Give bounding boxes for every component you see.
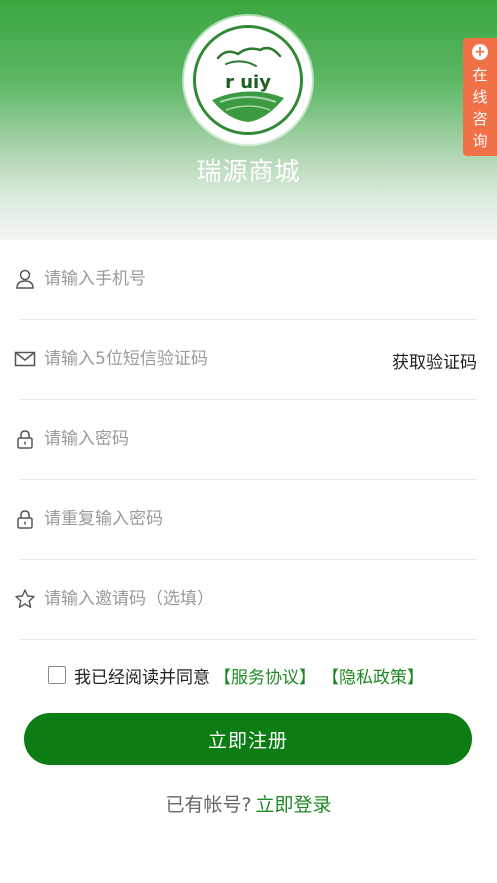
lock-icon bbox=[14, 428, 36, 450]
repeat-password-field-row bbox=[0, 480, 497, 560]
password-field-row bbox=[0, 400, 497, 480]
star-icon bbox=[14, 588, 36, 610]
lock-icon bbox=[14, 508, 36, 530]
register-button[interactable]: 立即注册 bbox=[24, 713, 472, 765]
phone-input[interactable] bbox=[44, 260, 344, 298]
brand-logo: r uiy bbox=[184, 16, 312, 144]
mail-icon bbox=[14, 348, 36, 370]
online-consult-button[interactable]: + 在线咨询 bbox=[463, 38, 497, 156]
login-prompt: 已有帐号? 立即登录 bbox=[0, 790, 497, 817]
sms-field-row: 获取验证码 bbox=[0, 320, 497, 400]
password-input[interactable] bbox=[44, 420, 344, 458]
sms-code-input[interactable] bbox=[44, 340, 344, 378]
header-banner: r uiy 瑞源商城 + 在线咨询 bbox=[0, 0, 497, 240]
login-link[interactable]: 立即登录 bbox=[256, 794, 332, 816]
agreement-text: 我已经阅读并同意 bbox=[74, 667, 210, 688]
service-agreement-link[interactable]: 【服务协议】 bbox=[214, 663, 316, 688]
phone-field-row bbox=[0, 240, 497, 320]
get-code-button[interactable]: 获取验证码 bbox=[392, 348, 477, 373]
repeat-password-input[interactable] bbox=[44, 500, 344, 538]
brand-logo-emblem: r uiy bbox=[193, 25, 303, 135]
privacy-policy-link[interactable]: 【隐私政策】 bbox=[322, 663, 424, 688]
agreement-row: 我已经阅读并同意 【服务协议】 【隐私政策】 bbox=[48, 660, 424, 690]
agreement-checkbox[interactable] bbox=[48, 666, 66, 684]
invite-code-input[interactable] bbox=[44, 580, 344, 618]
online-consult-label: 在线咨询 bbox=[472, 66, 488, 150]
register-page: r uiy 瑞源商城 + 在线咨询 请输入手机号 请输入5位短信验证码 获取验证… bbox=[0, 0, 497, 883]
login-prompt-text: 已有帐号? bbox=[165, 794, 252, 816]
svg-text:r uiy: r uiy bbox=[225, 72, 271, 93]
divider bbox=[20, 639, 477, 640]
brand-title: 瑞源商城 bbox=[196, 157, 301, 186]
user-icon bbox=[14, 268, 36, 290]
plus-icon: + bbox=[472, 44, 488, 60]
invite-field-row bbox=[0, 560, 497, 640]
